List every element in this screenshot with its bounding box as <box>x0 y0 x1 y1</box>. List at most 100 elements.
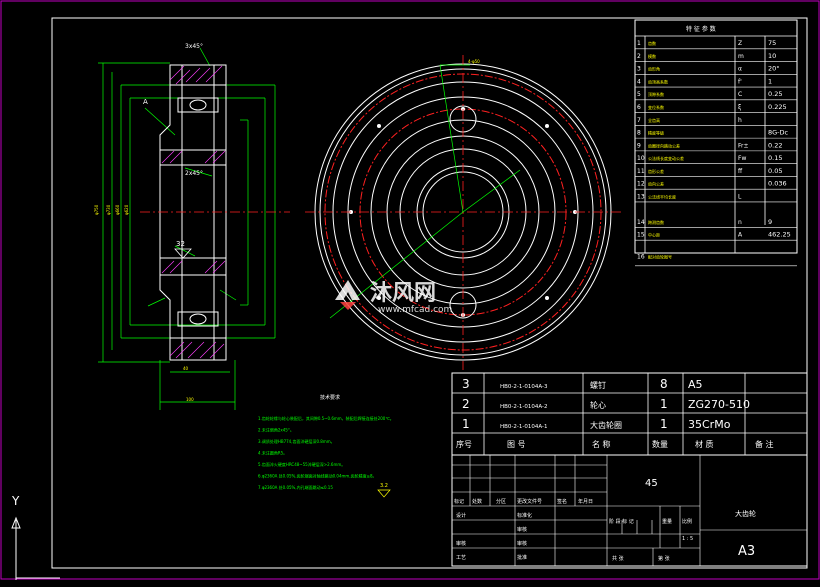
param-row-value: 8G-Dc <box>768 129 789 137</box>
param-row-no: 3 <box>637 66 641 73</box>
parts-cell-qty: 1 <box>660 417 668 431</box>
param-row-symbol: m <box>738 53 744 60</box>
parts-header-name: 名 称 <box>592 439 611 449</box>
param-row-name: 齿数 <box>648 40 656 46</box>
param-row-name: 中心距 <box>648 232 660 238</box>
watermark-brand: 沐风网 <box>370 281 436 306</box>
chamfer-top-label: 3x45° <box>185 43 203 50</box>
tb-weight: 重量 <box>662 518 672 525</box>
tb-review-2: 审核 <box>517 540 527 547</box>
gear-parameter-table: 特 征 参 数 1 齿数 Z 752 模数 m 103 齿形角 α 20°4 齿顶高系数 f' 15 顶隙… <box>634 19 798 267</box>
title-block: 标记 处数 分区 更改文件号 签名 年月日 设计 标准化 阶 段 标 记 重量 … <box>451 454 808 567</box>
svg-text:40: 40 <box>183 366 189 371</box>
tb-review: 审核 <box>517 526 527 533</box>
param-row-no: 12 <box>637 181 645 188</box>
side-section-view: φ750 φ730 φ660 φ620 40 100 3x45° 2x45° A… <box>94 43 290 410</box>
param-row-value: 0.25 <box>768 90 782 98</box>
param-row-symbol: h <box>738 117 742 124</box>
tb-design: 设计 <box>456 512 466 519</box>
param-row-no: 10 <box>637 155 645 162</box>
tb-ratio: 比例 <box>682 518 692 525</box>
param-row-value: 0.05 <box>768 167 782 175</box>
param-row-name: 跨测齿数 <box>648 219 664 225</box>
param-row-symbol: A <box>738 232 743 239</box>
param-row-name: 配对齿轮图号 <box>648 254 672 260</box>
param-row-no: 16 <box>637 254 645 261</box>
tb-count: 处数 <box>472 498 482 505</box>
parts-cell-name: 轮心 <box>590 400 606 410</box>
cad-drawing-canvas[interactable]: φ750 φ730 φ660 φ620 40 100 3x45° 2x45° A… <box>0 0 820 583</box>
parts-header-qty: 数量 <box>652 439 668 449</box>
param-row-value: 10 <box>768 52 776 60</box>
tb-sheet-size: A3 <box>738 544 755 559</box>
watermark-url: www.mfcad.com <box>378 305 452 315</box>
param-row-name: 齿顶高系数 <box>648 78 668 84</box>
ucs-y-label: Y <box>11 494 20 508</box>
roughness-side-symbol <box>377 489 391 498</box>
svg-text:4-φ50: 4-φ50 <box>468 59 480 64</box>
parts-header-no: 序号 <box>456 439 472 449</box>
param-row-name: 模数 <box>648 53 656 59</box>
tb-sheet-no: 第 张 <box>658 555 670 562</box>
tech-req-line: 6.φ2360A 处0.05%,齿轮端面对轴线跳动0.04mm,齿轮精度≥8。 <box>258 473 377 479</box>
svg-text:φ730: φ730 <box>106 204 111 215</box>
param-row-value: 0.036 <box>768 180 787 188</box>
param-row-no: 1 <box>637 40 641 47</box>
tb-approve: 批准 <box>517 554 527 561</box>
tb-process: 工艺 <box>456 555 466 561</box>
tb-scale: 1 : 5 <box>682 536 693 542</box>
tb-date: 年月日 <box>578 498 593 505</box>
param-row-no: 8 <box>637 130 641 137</box>
param-row-value: 462.25 <box>768 231 791 239</box>
param-row-name: 公法线平均长度 <box>648 193 676 199</box>
tb-check: 审核 <box>456 540 466 547</box>
tb-sheets-total: 共 张 <box>612 555 624 562</box>
param-row-name: 齿圈径向跳动公差 <box>648 142 680 148</box>
parts-cell-no: 1 <box>462 417 470 431</box>
param-row-value: 0.15 <box>768 154 782 162</box>
parts-cell-material: ZG270-510 <box>688 398 750 411</box>
param-row-no: 7 <box>637 117 641 124</box>
param-row-symbol: ξ <box>738 104 741 111</box>
param-row-symbol: L <box>738 193 742 200</box>
parts-cell-material: A5 <box>688 378 703 391</box>
technical-requirements: 技术要求 1.齿轮轮缘与轮心装配后，其间隙0.5~0.6mm，装配后焊接连接处2… <box>258 394 394 498</box>
tech-req-line: 1.齿轮轮缘与轮心装配后，其间隙0.5~0.6mm，装配后焊接连接处200℃。 <box>258 415 394 421</box>
roughness-label: 32 <box>176 240 185 248</box>
tb-change-doc: 更改文件号 <box>517 498 542 505</box>
param-row-name: 精度等级 <box>648 130 664 136</box>
param-row-name: 齿形角 <box>648 66 660 72</box>
parts-cell-code: HB0-2-1-0104A-3 <box>500 384 548 390</box>
param-row-no: 4 <box>637 78 641 85</box>
param-row-symbol: C <box>738 91 742 98</box>
param-row-name: 齿向公差 <box>648 181 664 187</box>
param-row-value: 9 <box>768 218 772 226</box>
param-row-value: 75 <box>768 39 776 47</box>
tech-req-title: 技术要求 <box>320 394 340 401</box>
section-label-a: A <box>143 98 148 106</box>
tb-sign: 签名 <box>557 498 567 505</box>
parts-header-note: 备 注 <box>755 439 774 449</box>
parts-header-code: 图 号 <box>507 440 526 449</box>
parts-cell-code: HB0-2-1-0104A-2 <box>500 404 547 410</box>
parts-cell-no: 2 <box>462 397 470 411</box>
tb-stage-mark: 阶 段 标 记 <box>609 518 634 525</box>
tb-part-name: 大齿轮 <box>735 509 756 518</box>
param-row-no: 9 <box>637 142 641 149</box>
param-row-no: 2 <box>637 53 641 60</box>
param-row-no: 15 <box>637 232 645 239</box>
param-row-name: 变位系数 <box>648 104 664 110</box>
tb-zone: 分区 <box>496 498 506 505</box>
param-row-name: 全齿高 <box>648 117 660 123</box>
tech-req-line: 5.齿面淬火硬度HRC48~55淬硬层深>2.6mm。 <box>258 461 345 467</box>
parts-cell-no: 3 <box>462 377 470 391</box>
ucs-icon <box>11 516 60 580</box>
parts-cell-code: HB0-2-1-0104A-1 <box>500 424 547 430</box>
param-row-symbol: ff <box>738 168 743 175</box>
param-row-value: 1 <box>768 77 772 85</box>
svg-text:φ750: φ750 <box>94 204 99 215</box>
param-table-title: 特 征 参 数 <box>686 25 716 33</box>
parts-cell-name: 螺钉 <box>590 380 606 390</box>
parts-list: 3 HB0-2-1-0104A-3 螺钉 8 A5 2 HB0-2-1-0104A-2 轮心 1… <box>451 372 808 456</box>
tb-material: 45 <box>645 478 658 489</box>
